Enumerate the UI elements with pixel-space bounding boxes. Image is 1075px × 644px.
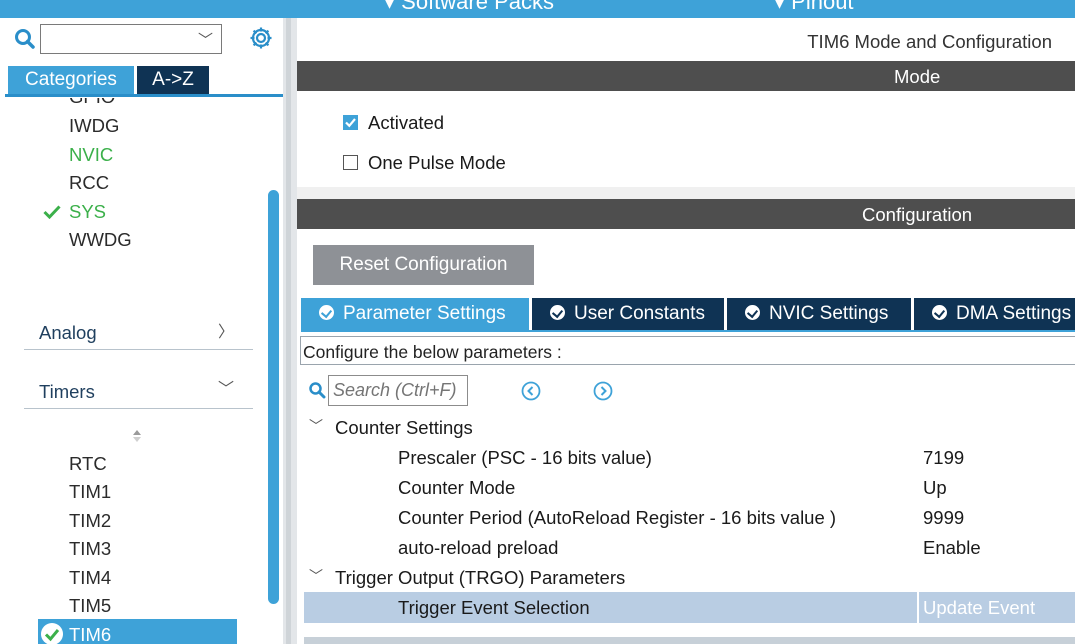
tab-underline: [301, 330, 1075, 332]
configure-text: Configure the below parameters :: [303, 342, 562, 362]
panel-splitter[interactable]: [283, 18, 297, 644]
group-analog[interactable]: Analog: [39, 322, 97, 344]
chevron-down-icon[interactable]: ﹀: [309, 416, 323, 436]
configure-text-box: Configure the below parameters :: [300, 336, 1075, 365]
param-name: Trigger Event Selection: [398, 597, 590, 618]
sidebar-item-tim6: TIM6: [69, 624, 112, 644]
pinout-menu[interactable]: ▾ Pinout: [774, 0, 854, 15]
one-pulse-mode-label: One Pulse Mode: [368, 152, 506, 173]
sort-arrows-icon: [133, 430, 141, 442]
tab-parameter-settings-label: Parameter Settings: [343, 303, 506, 324]
description-bar: [304, 637, 1075, 644]
tab-parameter-settings[interactable]: Parameter Settings: [301, 298, 529, 330]
ok-check-icon: [932, 305, 947, 321]
clipped-item-fragment: GPIO: [69, 98, 115, 106]
checkmark-icon: [345, 118, 356, 128]
ok-check-icon: [319, 305, 334, 321]
mode-section: Activated One Pulse Mode: [297, 91, 1075, 187]
gear-icon[interactable]: [248, 25, 274, 51]
param-value[interactable]: Enable: [923, 537, 981, 559]
param-name: auto-reload preload: [398, 537, 559, 558]
previous-icon[interactable]: [520, 380, 542, 402]
software-packs-label: Software Packs: [401, 0, 554, 14]
tab-nvic-settings[interactable]: NVIC Settings: [727, 298, 911, 330]
sidebar-item-tim1[interactable]: TIM1: [69, 481, 111, 503]
mode-configuration-panel: TIM6 Mode and Configuration Mode Activat…: [297, 18, 1075, 644]
ok-check-icon: [550, 305, 565, 321]
chevron-down-icon[interactable]: ﹀: [198, 29, 213, 50]
param-name: Counter Mode: [398, 477, 516, 498]
tab-dma-settings[interactable]: DMA Settings: [914, 298, 1075, 330]
sidebar-item-rtc[interactable]: RTC: [69, 453, 107, 475]
sidebar-item-tim2[interactable]: TIM2: [69, 510, 111, 532]
param-name: Counter Period (AutoReload Register - 16…: [398, 507, 837, 528]
chevron-down-icon[interactable]: ﹀: [218, 375, 234, 399]
sidebar-item-tim5[interactable]: TIM5: [69, 595, 111, 617]
mode-header-label: Mode: [894, 66, 941, 87]
sidebar-search-row: ﹀: [0, 18, 283, 64]
param-value[interactable]: Update Event: [923, 597, 1035, 619]
page-title: TIM6 Mode and Configuration: [807, 31, 1052, 52]
activated-checkbox[interactable]: [343, 115, 358, 130]
tab-nvic-settings-label: NVIC Settings: [769, 303, 889, 324]
section-trigger-output[interactable]: Trigger Output (TRGO) Parameters: [335, 567, 625, 589]
configuration-header: Configuration: [297, 199, 1075, 229]
clipped-row: GPIO: [5, 98, 267, 106]
reset-configuration-button[interactable]: Reset Configuration: [313, 245, 534, 285]
ok-check-icon: [41, 623, 63, 644]
tab-user-constants[interactable]: User Constants: [532, 298, 724, 330]
splitter-handle: [286, 18, 291, 644]
sidebar-item-iwdg[interactable]: IWDG: [69, 115, 119, 137]
top-toolbar: ▾ Software Packs ▾ Pinout: [0, 0, 1075, 18]
param-name: Prescaler (PSC - 16 bits value): [398, 447, 652, 468]
param-value[interactable]: 7199: [923, 447, 964, 469]
param-value[interactable]: 9999: [923, 507, 964, 529]
section-gap: [297, 187, 1075, 199]
activated-label: Activated: [368, 112, 445, 133]
sidebar-item-tim4[interactable]: TIM4: [69, 567, 111, 589]
check-icon: [43, 205, 61, 219]
one-pulse-mode-checkbox[interactable]: [343, 155, 358, 170]
configuration-header-label: Configuration: [862, 204, 973, 225]
param-value[interactable]: Up: [923, 477, 947, 499]
pinout-label: Pinout: [791, 0, 854, 14]
sidebar-item-tim6-selected[interactable]: TIM6: [38, 619, 237, 644]
categories-panel: ﹀ Categories A->Z GPIO IWDG NVIC RCC SYS…: [0, 18, 283, 644]
ok-check-icon: [745, 305, 760, 321]
parameter-search-input[interactable]: [328, 375, 468, 406]
search-icon[interactable]: [14, 28, 36, 50]
chevron-down-icon[interactable]: ﹀: [309, 566, 323, 586]
section-counter-settings[interactable]: Counter Settings: [335, 417, 473, 439]
table-row-selected[interactable]: Trigger Event Selection Update Event: [304, 592, 1075, 623]
tab-underline: [5, 94, 283, 97]
group-timers[interactable]: Timers: [39, 381, 95, 403]
divider: [24, 408, 253, 409]
tab-categories[interactable]: Categories: [8, 66, 134, 94]
divider: [24, 349, 253, 350]
sidebar-item-wwdg[interactable]: WWDG: [69, 229, 132, 251]
sidebar-item-sys[interactable]: SYS: [69, 201, 106, 223]
chevron-right-icon[interactable]: 〉: [218, 318, 234, 342]
sidebar-scrollbar[interactable]: [268, 190, 279, 604]
tab-a-to-z[interactable]: A->Z: [137, 66, 209, 94]
search-icon[interactable]: [308, 381, 326, 399]
cell-divider: [917, 592, 919, 623]
panel-title-bar: TIM6 Mode and Configuration: [297, 18, 1075, 61]
category-tabs: Categories A->Z: [0, 64, 283, 98]
tab-user-constants-label: User Constants: [574, 303, 705, 324]
search-input[interactable]: ﹀: [40, 24, 222, 54]
sidebar-item-nvic[interactable]: NVIC: [69, 144, 113, 166]
sidebar-item-rcc[interactable]: RCC: [69, 172, 109, 194]
tab-dma-settings-label: DMA Settings: [956, 303, 1072, 324]
next-icon[interactable]: [592, 380, 614, 402]
mode-header: Mode: [297, 61, 1075, 91]
sidebar-item-tim3[interactable]: TIM3: [69, 538, 111, 560]
software-packs-menu[interactable]: ▾ Software Packs: [384, 0, 554, 15]
